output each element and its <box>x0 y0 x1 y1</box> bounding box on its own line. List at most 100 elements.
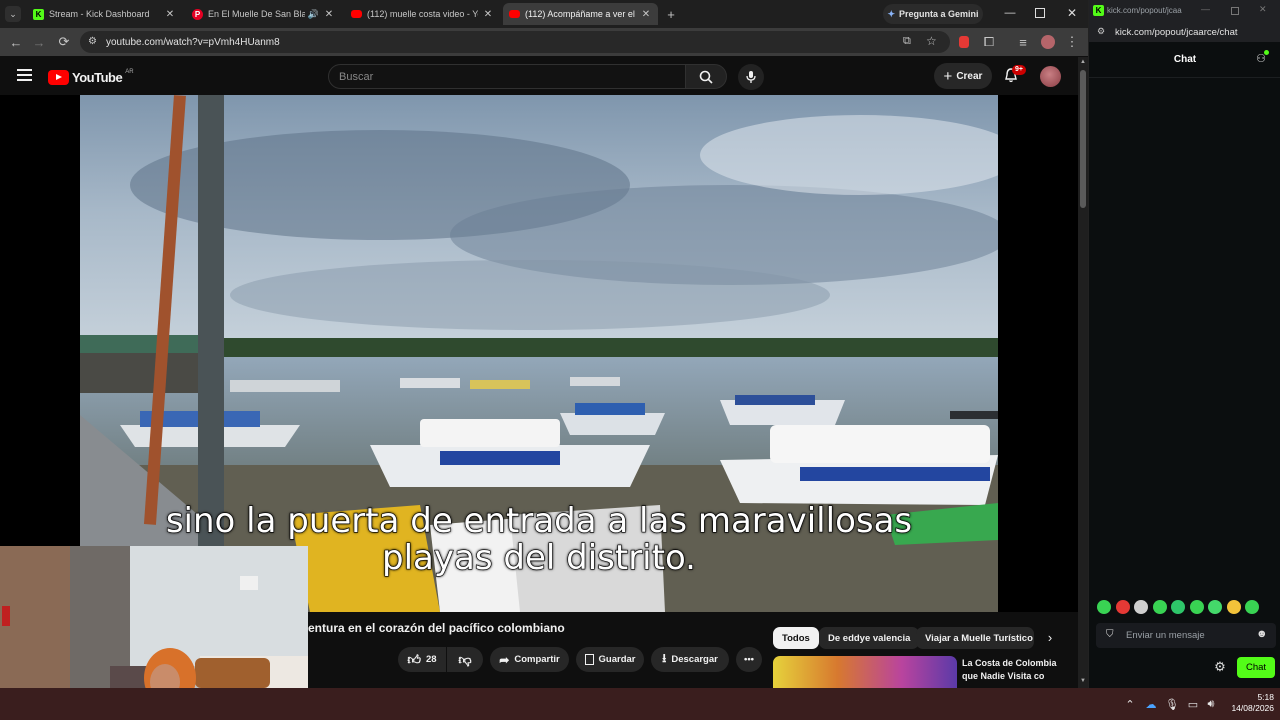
forward-button[interactable]: → <box>31 34 47 50</box>
install-app-icon[interactable]: ⧉ <box>903 35 911 48</box>
like-button[interactable]: 👍︎ 28 <box>398 647 446 672</box>
minimize-icon: — <box>1004 7 1016 19</box>
maximize-icon[interactable] <box>1231 7 1239 15</box>
kick-address-bar[interactable]: ⚙ kick.com/popout/jcaarce/chat <box>1089 22 1280 42</box>
chat-send-button[interactable]: Chat <box>1237 657 1275 678</box>
youtube-logo[interactable]: YouTube AR <box>48 69 134 85</box>
save-label: Guardar <box>598 654 636 665</box>
arrow-left-icon: ← <box>9 34 23 50</box>
emote-icon[interactable] <box>1190 600 1204 614</box>
related-video-thumbnail[interactable] <box>773 656 957 688</box>
microphone-icon <box>746 71 756 83</box>
close-icon[interactable]: ✕ <box>323 9 335 20</box>
voice-search-button[interactable] <box>738 64 764 90</box>
chip-label: De eddye valencia <box>828 632 911 644</box>
download-icon: ⭳ <box>662 651 667 665</box>
notifications-button[interactable]: 9+ <box>1003 65 1026 85</box>
site-info-icon: ⚙ <box>1097 26 1106 36</box>
bookmark-icon <box>584 654 594 665</box>
emote-icon[interactable] <box>1116 600 1130 614</box>
pinterest-favicon-icon: P <box>192 8 203 20</box>
chat-send-label: Chat <box>1245 662 1267 673</box>
save-button[interactable]: Guardar <box>576 647 644 672</box>
hamburger-menu-icon[interactable] <box>17 69 32 81</box>
gemini-label: Pregunta a Gemini <box>899 9 979 19</box>
speaker-icon[interactable]: 🔊 <box>308 9 319 20</box>
site-info-icon[interactable]: ⚙ <box>88 36 97 47</box>
chip-topic[interactable]: Viajar a Muelle Turístico <box>916 627 1034 649</box>
kick-url-text: kick.com/popout/jcaarce/chat <box>1115 26 1238 38</box>
extensions-puzzle-icon[interactable]: ⧠ <box>981 34 997 50</box>
profile-avatar[interactable] <box>1040 34 1056 50</box>
chat-settings-icon[interactable]: ⚙ <box>1213 659 1227 675</box>
emote-icon[interactable] <box>1171 600 1185 614</box>
close-window-button[interactable]: ✕ <box>1065 6 1079 20</box>
emote-icon[interactable] <box>1153 600 1167 614</box>
address-bar[interactable]: ⚙ youtube.com/watch?v=pVmh4HUanm8 ⧉ ☆ <box>80 31 950 53</box>
close-icon[interactable]: ✕ <box>1259 4 1267 15</box>
chip-all[interactable]: Todos <box>773 627 819 649</box>
new-tab-button[interactable]: + <box>663 6 679 22</box>
maximize-button[interactable] <box>1035 8 1045 18</box>
tab-youtube-video[interactable]: (112) Acompáñame a ver el mu ✕ <box>503 3 658 25</box>
search-button[interactable] <box>685 64 727 89</box>
download-label: Descargar <box>671 654 718 665</box>
bookmark-star-icon[interactable]: ☆ <box>926 34 937 48</box>
youtube-favicon-icon <box>509 10 520 18</box>
taskbar-clock[interactable]: 5:18 14/08/2026 <box>1222 692 1274 714</box>
scrollbar-thumb[interactable] <box>1080 70 1086 208</box>
scroll-down-arrow-icon[interactable]: ▼ <box>1079 678 1087 684</box>
gemini-button[interactable]: ✦ Pregunta a Gemini <box>883 4 983 24</box>
chips-next-button[interactable]: › <box>1042 630 1058 648</box>
back-button[interactable]: ← <box>8 34 24 50</box>
share-button[interactable]: ➦ Compartir <box>490 647 569 672</box>
chat-message-input[interactable]: ⛉ Enviar un mensaje ☻ <box>1096 623 1276 648</box>
chat-users-icon[interactable]: ⚇ <box>1254 50 1269 66</box>
kick-favicon-icon: K <box>33 8 44 20</box>
cloud-icon[interactable]: ☁ <box>1144 697 1158 711</box>
extension-red-icon[interactable] <box>956 34 972 50</box>
kebab-menu-icon[interactable]: ⋮ <box>1064 34 1080 50</box>
close-icon[interactable]: ✕ <box>482 9 494 20</box>
chevron-up-icon[interactable]: ⌃ <box>1123 697 1137 711</box>
search-input[interactable]: Buscar <box>328 64 686 89</box>
reload-icon: ⟳ <box>58 34 70 49</box>
create-button[interactable]: + Crear <box>934 63 992 89</box>
emote-icon[interactable] <box>1245 600 1259 614</box>
tab-search-button[interactable]: ⌄ <box>5 6 21 22</box>
dislike-button[interactable]: 👎︎ <box>447 647 483 672</box>
chevron-down-icon: ⌄ <box>9 8 17 19</box>
minimize-icon[interactable]: — <box>1201 4 1210 14</box>
close-icon[interactable]: ✕ <box>640 9 652 20</box>
download-button[interactable]: ⭳ Descargar <box>651 647 729 672</box>
related-video-title[interactable]: La Costa de Colombia que Nadie Visita co <box>962 657 1072 683</box>
reload-button[interactable]: ⟳ <box>56 34 72 50</box>
close-icon[interactable]: ✕ <box>164 9 176 20</box>
microphone-icon[interactable]: 🎙︎ <box>1165 697 1179 711</box>
tab-youtube-search[interactable]: (112) muelle costa video - You ✕ <box>345 3 500 25</box>
emote-icon[interactable] <box>1134 600 1148 614</box>
arrow-right-icon: → <box>32 34 46 50</box>
people-icon: ⚇ <box>1256 53 1266 65</box>
emote-icon[interactable] <box>1097 600 1111 614</box>
display-icon[interactable]: ▭ <box>1186 697 1200 711</box>
tab-kick-dashboard[interactable]: K Stream - Kick Dashboard ✕ <box>27 3 182 25</box>
chip-label: Viajar a Muelle Turístico <box>925 632 1033 644</box>
create-label: Crear <box>956 70 983 82</box>
media-controls-icon[interactable]: ≡ <box>1015 34 1031 50</box>
emote-icon[interactable] <box>1208 600 1222 614</box>
emoji-icon[interactable]: ☻ <box>1256 628 1268 640</box>
tab-label: (112) Acompáñame a ver el mu <box>525 9 636 19</box>
region-badge: AR <box>125 69 134 75</box>
emote-icon[interactable] <box>1227 600 1241 614</box>
volume-icon[interactable]: 🔊︎ <box>1204 697 1218 711</box>
chip-label: Todos <box>782 632 810 644</box>
scroll-up-arrow-icon[interactable]: ▲ <box>1079 59 1087 65</box>
tab-label: En El Muelle De San Blas (Ma <box>208 9 305 19</box>
account-avatar[interactable] <box>1040 66 1061 87</box>
gemini-sparkle-icon: ✦ <box>887 8 895 19</box>
chip-channel[interactable]: De eddye valencia <box>819 627 920 649</box>
tab-pinterest[interactable]: P En El Muelle De San Blas (Ma 🔊 ✕ <box>186 3 341 25</box>
minimize-button[interactable]: — <box>1003 7 1017 21</box>
more-actions-button[interactable]: ••• <box>736 647 762 672</box>
